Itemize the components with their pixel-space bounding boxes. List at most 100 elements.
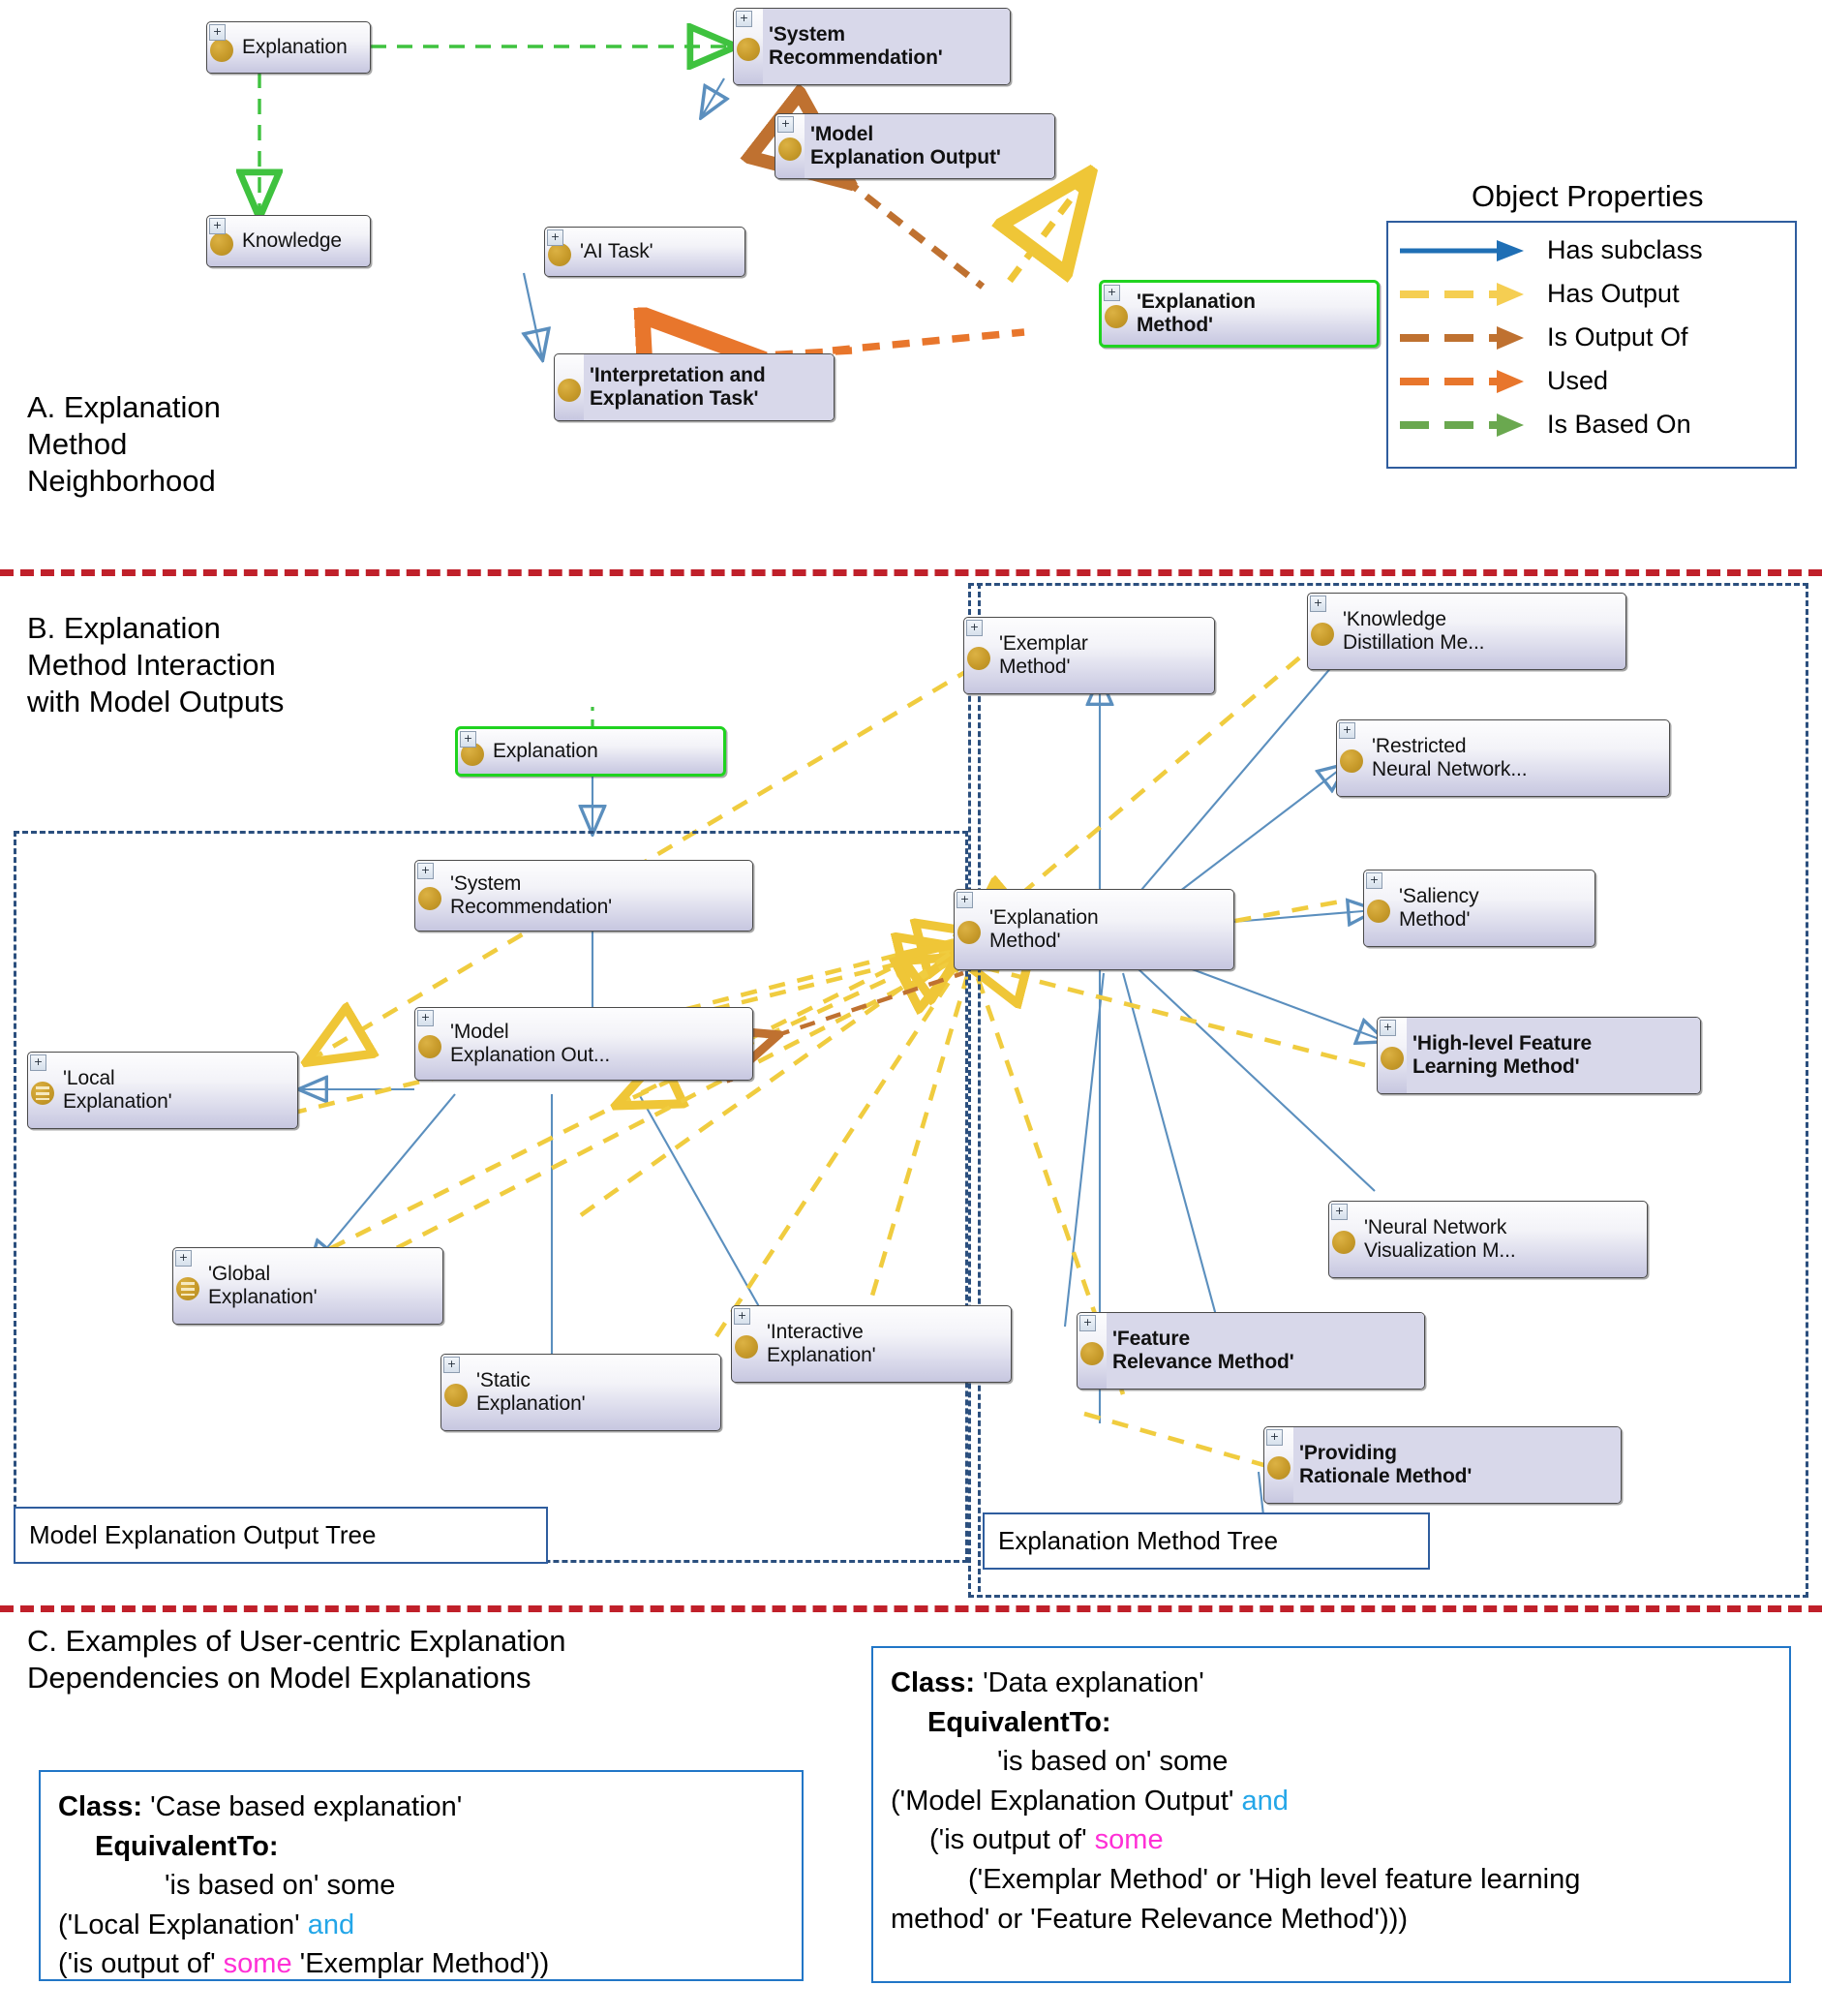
expand-plus-icon[interactable]: + [1079,1315,1096,1331]
node-label: 'Saliency Method' [1399,885,1479,931]
expand-plus-icon[interactable]: + [1310,596,1326,612]
group-explanation-method-inner [957,583,981,1592]
expand-plus-icon[interactable]: + [1380,1020,1396,1036]
node-a-model-explanation-output[interactable]: + 'Model Explanation Output' [774,113,1055,179]
node-gutter: + [1078,1313,1107,1389]
legend-label: Is Output Of [1547,322,1688,351]
owl-class-icon [967,647,990,670]
axiom-line-or-2: method' or 'Feature Relevance Method'))) [891,1900,1772,1940]
section-b-title: B. Explanation Method Interaction with M… [27,611,285,718]
node-a-knowledge[interactable]: + Knowledge [206,215,371,267]
expand-plus-icon[interactable]: + [777,116,794,133]
axiom-line-isbasedon: 'is based on' some [891,1742,1772,1782]
expand-plus-icon[interactable]: + [1366,872,1382,889]
node-gutter: + [441,1355,471,1430]
axiom-class-name: 'Data explanation' [975,1667,1204,1698]
expand-plus-icon[interactable]: + [417,1010,434,1026]
node-label: 'Interactive Explanation' [767,1321,876,1366]
node-b-explanation[interactable]: + Explanation [455,726,726,777]
node-b-knowledge-distillation-method[interactable]: + 'Knowledge Distillation Me... [1307,593,1626,670]
node-b-system-recommendation[interactable]: + 'System Recommendation' [414,860,753,932]
node-label: Explanation [242,36,348,59]
legend-swatch-is-output-of [1388,316,1534,359]
node-gutter: + [173,1248,202,1324]
node-b-interactive-explanation[interactable]: + 'Interactive Explanation' [731,1305,1012,1383]
node-b-high-level-feature-learning-method[interactable]: + 'High-level Feature Learning Method' [1377,1017,1701,1094]
expand-plus-icon[interactable]: + [209,24,226,41]
axiom-keyword-class: Class: [891,1667,976,1698]
node-label: 'Static Explanation' [476,1369,586,1415]
owl-class-icon [1367,900,1390,923]
axiom-expr: ('is output of' [929,1824,1095,1856]
node-b-feature-relevance-method[interactable]: + 'Feature Relevance Method' [1077,1312,1425,1390]
node-gutter: + [734,9,763,84]
node-gutter: + [955,890,984,969]
node-b-saliency-method[interactable]: + 'Saliency Method' [1363,870,1595,947]
owl-class-icon [210,232,233,256]
legend-label: Has Output [1547,279,1680,308]
group-model-explanation-output-tree [14,831,968,1563]
expand-plus-icon[interactable]: + [957,892,973,908]
axiom-line-modeloutput-and: ('Model Explanation Output' and [891,1782,1772,1821]
node-b-explanation-method[interactable]: + 'Explanation Method' [954,889,1234,970]
axiom-expr: 'is based on' some [997,1746,1229,1778]
axiom-operator-and: and [307,1909,355,1940]
node-b-exemplar-method[interactable]: + 'Exemplar Method' [963,617,1215,694]
node-a-explanation-method[interactable]: + 'Explanation Method' [1099,280,1380,348]
expand-plus-icon[interactable]: + [460,731,476,748]
node-a-interpretation-task[interactable]: 'Interpretation and Explanation Task' [554,353,835,421]
expand-plus-icon[interactable]: + [1331,1204,1348,1220]
axiom-line-class: Class: 'Data explanation' [891,1664,1772,1703]
legend-swatch-is-based-on [1388,403,1534,446]
node-label: 'Exemplar Method' [999,632,1088,678]
node-gutter: + [1329,1202,1358,1277]
node-b-local-explanation[interactable]: + 'Local Explanation' [27,1052,298,1129]
expand-plus-icon[interactable]: + [1339,722,1355,739]
axiom-line-isoutputof: ('is output of' some 'Exemplar Method')) [58,1944,784,1984]
node-a-ai-task[interactable]: + 'AI Task' [544,227,745,277]
axiom-operator-some: some [1094,1824,1164,1856]
expand-plus-icon[interactable]: + [443,1357,460,1373]
axiom-keyword-class: Class: [58,1791,143,1822]
axiom-line-isbasedon: 'is based on' some [58,1866,784,1906]
node-a-explanation[interactable]: + Explanation [206,21,371,74]
expand-plus-icon[interactable]: + [547,229,563,246]
expand-plus-icon[interactable]: + [966,620,983,636]
legend-label: Has subclass [1547,235,1703,264]
node-b-static-explanation[interactable]: + 'Static Explanation' [440,1354,721,1431]
node-b-global-explanation[interactable]: + 'Global Explanation' [172,1247,443,1325]
expand-plus-icon[interactable]: + [1266,1429,1283,1446]
node-gutter: + [1337,720,1366,796]
node-a-system-recommendation[interactable]: + 'System Recommendation' [733,8,1011,85]
node-gutter: + [1378,1018,1407,1093]
node-b-restricted-neural-network[interactable]: + 'Restricted Neural Network... [1336,719,1670,797]
node-b-neural-network-visualization-method[interactable]: + 'Neural Network Visualization M... [1328,1201,1648,1278]
axiom-line-class: Class: 'Case based explanation' [58,1787,784,1827]
axiom-operator-some: some [223,1948,292,1980]
node-label: 'Local Explanation' [63,1067,172,1113]
owl-defined-class-icon [31,1082,54,1105]
expand-plus-icon[interactable]: + [734,1308,750,1325]
legend-row-has-subclass: Has subclass [1388,229,1795,272]
expand-plus-icon[interactable]: + [209,218,226,234]
node-gutter: + [732,1306,761,1382]
group-label-model-explanation-output-tree: Model Explanation Output Tree [14,1507,548,1564]
node-label: 'Providing Rationale Method' [1293,1427,1621,1503]
node-b-providing-rationale-method[interactable]: + 'Providing Rationale Method' [1263,1426,1622,1504]
node-b-model-explanation-output[interactable]: + 'Model Explanation Out... [414,1007,753,1081]
class-axiom-box-case-based-explanation: Class: 'Case based explanation' Equivale… [39,1770,804,1981]
node-gutter: + [415,1008,444,1080]
axiom-line-isoutputof: ('is output of' some [891,1820,1772,1860]
legend-row-has-output: Has Output [1388,272,1795,316]
legend-box: Has subclass Has Output Is Output Of Use… [1386,221,1797,469]
node-gutter: + [207,22,236,73]
node-label: 'System Recommendation' [763,9,1010,84]
expand-plus-icon[interactable]: + [736,11,752,27]
expand-plus-icon[interactable]: + [417,863,434,879]
axiom-operator-and: and [1241,1785,1289,1817]
expand-plus-icon[interactable]: + [30,1054,46,1071]
expand-plus-icon[interactable]: + [1104,285,1120,301]
node-gutter: + [1102,283,1131,345]
expand-plus-icon[interactable]: + [175,1250,192,1267]
node-label: 'Feature Relevance Method' [1107,1313,1424,1389]
